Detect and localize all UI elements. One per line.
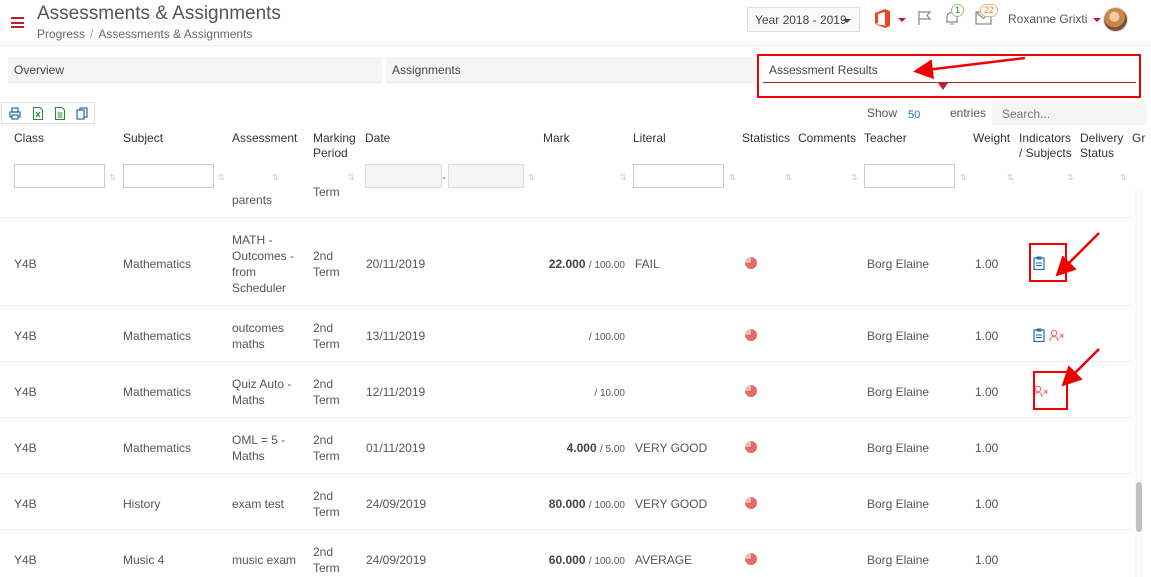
annotation-arrow <box>1061 348 1100 387</box>
annotation-arrows <box>913 56 1100 387</box>
annotation-arrow <box>1055 232 1100 277</box>
annotation-arrow <box>913 56 1026 80</box>
